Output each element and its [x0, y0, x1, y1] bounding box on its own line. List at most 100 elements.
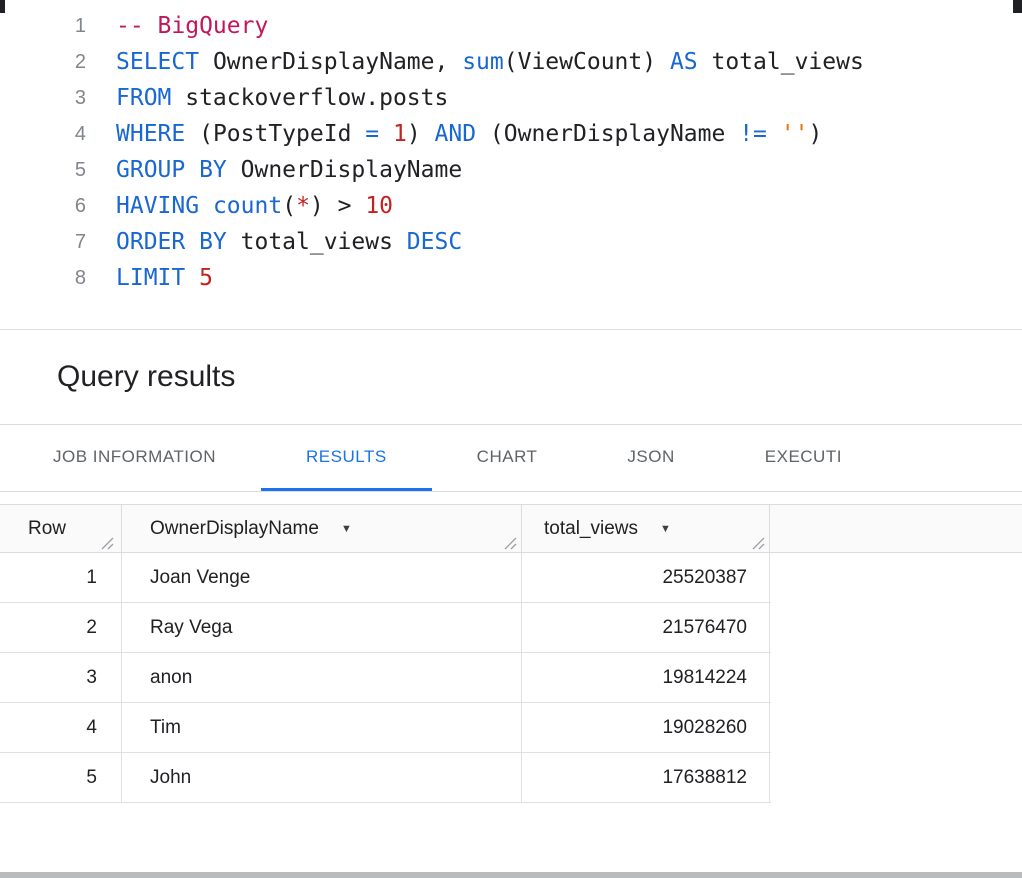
code-line[interactable]: 5 GROUP BY OwnerDisplayName [0, 152, 1022, 188]
tab-chart[interactable]: CHART [432, 425, 583, 491]
code-token: '' [781, 121, 809, 147]
results-table-header: Row OwnerDisplayName ▼ total_views ▼ [0, 504, 1022, 553]
code-token: 5 [199, 265, 213, 291]
code-token: ) [808, 121, 822, 147]
code-line[interactable]: 2 SELECT OwnerDisplayName, sum(ViewCount)… [0, 44, 1022, 80]
page-title: Query results [57, 360, 235, 394]
code-token: GROUP BY [116, 157, 227, 183]
code-token: ) [407, 121, 435, 147]
code-text: SELECT OwnerDisplayName, sum(ViewCount) … [116, 44, 864, 80]
sort-dropdown-icon[interactable]: ▼ [660, 523, 671, 535]
code-token: LIMIT [116, 265, 185, 291]
line-number: 4 [0, 116, 86, 152]
line-number: 2 [0, 44, 86, 80]
column-header-total-views[interactable]: total_views ▼ [522, 505, 770, 552]
cell-owner-display-name: anon [122, 653, 522, 702]
cell-row-number: 1 [0, 553, 122, 602]
code-token: (OwnerDisplayName [476, 121, 739, 147]
code-text: WHERE (PostTypeId = 1) AND (OwnerDisplay… [116, 116, 822, 152]
cell-row-number: 2 [0, 603, 122, 652]
code-token: OwnerDisplayName, [199, 49, 462, 75]
code-token: count [213, 193, 282, 219]
line-number: 6 [0, 188, 86, 224]
results-table: Row OwnerDisplayName ▼ total_views ▼ 1Joan V… [0, 504, 1022, 803]
column-label: OwnerDisplayName [150, 518, 319, 540]
code-token: AS [670, 49, 698, 75]
cell-total-views: 17638812 [522, 753, 770, 802]
code-line[interactable]: 4 WHERE (PostTypeId = 1) AND (OwnerDispla… [0, 116, 1022, 152]
code-token: ) > [310, 193, 365, 219]
code-lines: 1 -- BigQuery 2 SELECT OwnerDisplayName, su… [0, 8, 1022, 296]
column-resize-handle-icon[interactable] [752, 537, 765, 550]
code-token: ) [642, 49, 670, 75]
query-results-section: Query results [0, 330, 1022, 425]
code-token: ( [282, 193, 296, 219]
code-text: ORDER BY total_views DESC [116, 224, 462, 260]
table-row: 4Tim19028260 [0, 703, 771, 753]
code-line[interactable]: 1 -- BigQuery [0, 8, 1022, 44]
code-token: sum [462, 49, 504, 75]
sql-editor[interactable]: 1 -- BigQuery 2 SELECT OwnerDisplayName, su… [0, 0, 1022, 330]
table-gap [0, 492, 1022, 504]
results-tab-bar: JOB INFORMATIONRESULTSCHARTJSONEXECUTI [0, 425, 1022, 492]
code-token: stackoverflow.posts [171, 85, 448, 111]
code-token: total_views [698, 49, 864, 75]
code-token: -- BigQuery [116, 13, 268, 39]
code-token: * [296, 193, 310, 219]
cell-total-views: 25520387 [522, 553, 770, 602]
code-line[interactable]: 7ORDER BY total_views DESC [0, 224, 1022, 260]
code-token: (PostTypeId [185, 121, 365, 147]
code-token: ( [504, 49, 518, 75]
column-label: Row [28, 518, 66, 540]
table-row: 3anon19814224 [0, 653, 771, 703]
code-token: 10 [365, 193, 393, 219]
code-text: GROUP BY OwnerDisplayName [116, 152, 462, 188]
cell-total-views: 19028260 [522, 703, 770, 752]
code-token: = [365, 121, 393, 147]
cell-owner-display-name: John [122, 753, 522, 802]
results-table-body: 1Joan Venge255203872Ray Vega215764703ano… [0, 553, 1022, 803]
code-token: FROM [116, 85, 171, 111]
tab-json[interactable]: JSON [582, 425, 719, 491]
cell-row-number: 3 [0, 653, 122, 702]
horizontal-scrollbar[interactable] [0, 872, 1022, 878]
line-number: 5 [0, 152, 86, 188]
sort-dropdown-icon[interactable]: ▼ [341, 523, 352, 535]
editor-left-edge [0, 0, 5, 13]
line-number: 3 [0, 80, 86, 116]
table-row: 5John17638812 [0, 753, 771, 803]
column-header-ownerdisplayname[interactable]: OwnerDisplayName ▼ [122, 505, 522, 552]
code-token: total_views [227, 229, 407, 255]
code-token: AND [435, 121, 477, 147]
code-token: WHERE [116, 121, 185, 147]
header-filler [770, 505, 1022, 552]
code-line[interactable]: 3 FROM stackoverflow.posts [0, 80, 1022, 116]
code-text: FROM stackoverflow.posts [116, 80, 448, 116]
cell-total-views: 19814224 [522, 653, 770, 702]
table-row: 1Joan Venge25520387 [0, 553, 771, 603]
code-token: OwnerDisplayName [227, 157, 462, 183]
code-text: LIMIT 5 [116, 260, 213, 296]
column-label: total_views [544, 518, 638, 540]
code-token: != [739, 121, 781, 147]
code-text: -- BigQuery [116, 8, 268, 44]
editor-right-edge [1013, 0, 1022, 13]
line-number: 1 [0, 8, 86, 44]
tab-results[interactable]: RESULTS [261, 425, 432, 491]
line-number: 8 [0, 260, 86, 296]
column-resize-handle-icon[interactable] [101, 537, 114, 550]
code-token [185, 265, 199, 291]
code-line[interactable]: 6 HAVING count(*) > 10 [0, 188, 1022, 224]
code-line[interactable]: 8 LIMIT 5 [0, 260, 1022, 296]
cell-row-number: 5 [0, 753, 122, 802]
code-token: DESC [407, 229, 462, 255]
tab-executi[interactable]: EXECUTI [720, 425, 887, 491]
cell-total-views: 21576470 [522, 603, 770, 652]
column-header-row: Row [0, 505, 122, 552]
table-row: 2Ray Vega21576470 [0, 603, 771, 653]
code-text: HAVING count(*) > 10 [116, 188, 393, 224]
code-token: SELECT [116, 49, 199, 75]
code-token: 1 [393, 121, 407, 147]
column-resize-handle-icon[interactable] [504, 537, 517, 550]
tab-job-information[interactable]: JOB INFORMATION [8, 425, 261, 491]
